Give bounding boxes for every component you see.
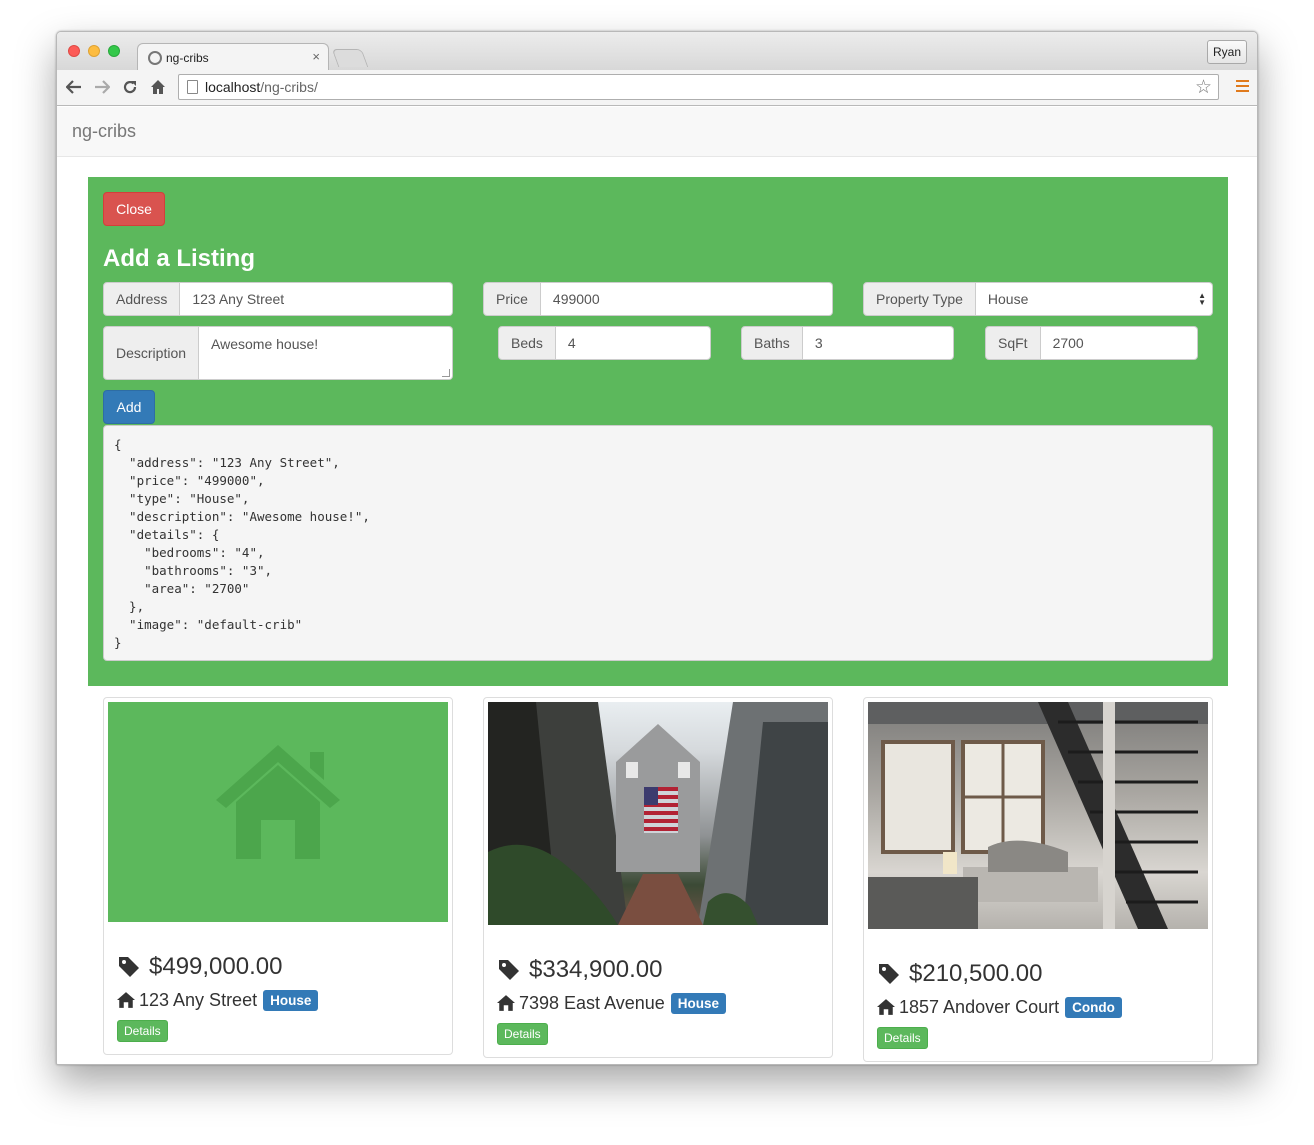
baths-input-group: Baths 3 <box>741 326 954 360</box>
property-type-badge: Condo <box>1065 996 1122 1018</box>
beds-input[interactable]: 4 <box>555 326 711 360</box>
address-input[interactable]: 123 Any Street <box>180 282 453 316</box>
price-input[interactable]: 499000 <box>540 282 833 316</box>
property-type-select[interactable]: House ▲ ▼ <box>975 282 1213 316</box>
browser-toolbar: localhost/ng-cribs/ ☆ <box>57 70 1257 106</box>
sqft-input[interactable]: 2700 <box>1040 326 1198 360</box>
browser-tab[interactable]: ng-cribs × <box>137 43 329 71</box>
sqft-input-group: SqFt 2700 <box>985 326 1198 360</box>
bookmark-star-icon[interactable]: ☆ <box>1195 76 1212 99</box>
listing-card: $210,500.00 1857 Andover Court Condo Det… <box>863 697 1213 1062</box>
beds-input-group: Beds 4 <box>498 326 711 360</box>
listing-price: $210,500.00 <box>877 959 1199 989</box>
url-path: /ng-cribs/ <box>260 79 318 95</box>
listing-price: $334,900.00 <box>497 955 819 985</box>
sqft-label: SqFt <box>985 326 1041 360</box>
listing-price: $499,000.00 <box>117 952 439 982</box>
tab-title: ng-cribs <box>166 50 209 65</box>
tab-close-icon[interactable]: × <box>312 49 320 64</box>
listing-card: $334,900.00 7398 East Avenue House Detai… <box>483 697 833 1058</box>
listing-price-text: $210,500.00 <box>909 960 1043 987</box>
description-value: Awesome house! <box>211 336 319 352</box>
listing-price-text: $334,900.00 <box>529 956 663 983</box>
back-arrow-icon[interactable] <box>63 76 85 98</box>
property-type-value: House <box>987 291 1029 307</box>
details-button[interactable]: Details <box>497 1023 548 1045</box>
description-label: Description <box>103 326 200 380</box>
address-input-group: Address 123 Any Street <box>103 282 453 316</box>
address-label: Address <box>103 282 181 316</box>
add-button[interactable]: Add <box>103 390 155 424</box>
listing-address: 1857 Andover Court Condo <box>877 995 1199 1019</box>
listing-price-text: $499,000.00 <box>149 953 283 980</box>
browser-window: ng-cribs × Ryan localhost/ng-cribs/ ☆ ng… <box>56 31 1258 1065</box>
url-host: localhost <box>205 79 261 95</box>
app-navbar: ng-cribs <box>57 107 1257 157</box>
tag-icon <box>879 964 899 984</box>
tag-icon <box>119 957 139 977</box>
description-textarea[interactable]: Awesome house! <box>199 326 453 380</box>
property-type-badge: House <box>263 989 319 1011</box>
home-icon <box>877 999 895 1015</box>
tag-icon <box>499 960 519 980</box>
details-button[interactable]: Details <box>117 1020 168 1042</box>
home-icon <box>497 995 515 1011</box>
property-type-input-group: Property Type House ▲ ▼ <box>863 282 1213 316</box>
price-input-group: Price 499000 <box>483 282 833 316</box>
listing-address-text: 1857 Andover Court <box>899 996 1060 1017</box>
resize-grip-icon[interactable] <box>442 369 450 377</box>
profile-button[interactable]: Ryan <box>1207 40 1247 64</box>
browser-menu-icon[interactable] <box>1236 80 1249 95</box>
baths-input[interactable]: 3 <box>802 326 954 360</box>
home-placeholder-icon <box>216 745 340 859</box>
baths-label: Baths <box>741 326 803 360</box>
panel-title: Add a Listing <box>103 245 255 272</box>
address-bar[interactable]: localhost/ng-cribs/ ☆ <box>178 74 1219 100</box>
property-type-badge: House <box>670 992 727 1014</box>
close-button[interactable]: Close <box>103 192 165 226</box>
listing-address-text: 7398 East Avenue <box>519 992 665 1013</box>
listing-photo[interactable] <box>488 702 828 925</box>
forward-arrow-icon[interactable] <box>91 76 113 98</box>
select-arrows-icon: ▲ ▼ <box>1198 291 1206 307</box>
add-listing-panel: Close Add a Listing Address 123 Any Stre… <box>88 177 1228 686</box>
reload-icon[interactable] <box>119 76 141 98</box>
beds-label: Beds <box>498 326 556 360</box>
app-brand[interactable]: ng-cribs <box>72 121 136 142</box>
listing-address-text: 123 Any Street <box>139 989 258 1010</box>
home-icon[interactable] <box>147 76 169 98</box>
listing-placeholder-image[interactable] <box>108 702 448 922</box>
listing-address: 123 Any Street House <box>117 988 439 1012</box>
new-tab-button[interactable] <box>331 49 369 67</box>
minimize-window-button[interactable] <box>88 45 100 57</box>
street-photo-image <box>488 702 828 925</box>
listing-photo[interactable] <box>868 702 1208 929</box>
browser-titlebar: ng-cribs × Ryan <box>57 32 1257 71</box>
listing-card: $499,000.00 123 Any Street House Details <box>103 697 453 1055</box>
home-icon <box>117 992 135 1008</box>
close-window-button[interactable] <box>68 45 80 57</box>
json-preview: { "address": "123 Any Street", "price": … <box>103 425 1213 661</box>
property-type-label: Property Type <box>863 282 976 316</box>
zoom-window-button[interactable] <box>108 45 120 57</box>
listing-address: 7398 East Avenue House <box>497 991 819 1015</box>
tab-favicon-icon <box>148 50 162 65</box>
description-input-group: Description Awesome house! <box>103 326 453 380</box>
interior-photo-image <box>868 702 1208 929</box>
page-icon <box>187 80 198 94</box>
price-label: Price <box>483 282 541 316</box>
page-content: ng-cribs Close Add a Listing Address 123… <box>57 107 1257 1064</box>
details-button[interactable]: Details <box>877 1027 928 1049</box>
